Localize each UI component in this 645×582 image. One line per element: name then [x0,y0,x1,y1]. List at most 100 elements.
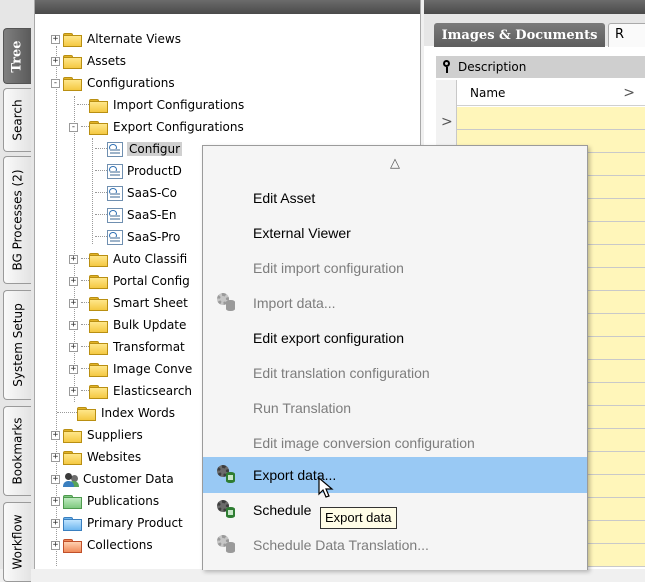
tree-item-label: Auto Classifi [113,252,188,266]
menu-item-external-viewer[interactable]: External Viewer [203,215,587,251]
tree-item-label: Image Conve [113,362,193,376]
tab-system-setup-label: System Setup [10,303,25,387]
name-label: Name [470,85,506,100]
tree-item-label: Primary Product [87,516,183,530]
tree-item-index-words[interactable]: Index Words [57,402,175,424]
menu-item-label: Edit Asset [253,190,316,206]
expand-icon[interactable]: + [69,342,78,352]
tree-item-saas-pro[interactable]: SaaS-Pro [95,226,180,248]
tree-connector [77,104,89,106]
chevron-right-icon[interactable]: > [623,85,635,101]
tab-bookmarks[interactable]: Bookmarks [3,406,31,496]
tab-workflow[interactable]: Workflow [3,502,31,582]
collapse-icon[interactable]: - [51,78,60,88]
expand-icon[interactable]: + [51,518,60,528]
menu-item-edit-asset[interactable]: Edit Asset [203,180,587,216]
tree-item-primary-product[interactable]: + Primary Product [51,512,183,534]
folder-icon [89,362,108,377]
tree-item-export-configurations[interactable]: - Export Configurations [69,116,244,138]
tree-guide-line [92,138,93,244]
menu-item-edit-image-conversion-configuration[interactable]: Edit image conversion configuration [203,425,587,461]
tree-item-configuration-selected[interactable]: Configur [95,138,183,160]
menu-item-schedule-data-translation[interactable]: Schedule Data Translation... [203,527,587,563]
expand-icon[interactable]: + [51,34,60,44]
expand-icon[interactable]: + [51,540,60,550]
tree-item-label: Configurations [87,76,175,90]
tree-item-label: Assets [87,54,127,68]
tree-item-alternate-views[interactable]: + Alternate Views [51,28,181,50]
menu-item-export-data[interactable]: Export data... [203,457,587,493]
menu-item-label: Import data... [253,295,336,311]
folder-icon [89,318,108,333]
details-panel-header [424,0,645,14]
menu-item-import-data[interactable]: Import data... [203,285,587,321]
menu-item-run-translation[interactable]: Run Translation [203,390,587,426]
tree-item-collections[interactable]: + Collections [51,534,153,556]
description-label: Description [458,60,527,74]
tree-item-label: Index Words [101,406,175,420]
tab-images-documents[interactable]: Images & Documents [434,23,605,47]
expand-icon[interactable]: + [51,474,60,484]
tab-system-setup[interactable]: System Setup [3,290,31,400]
tree-item-customer-data[interactable]: + Customer Data [51,468,174,490]
tree-item-label: Collections [87,538,153,552]
folder-icon [77,406,96,421]
tree-item-image-conversion[interactable]: + Image Conve [69,358,192,380]
tree-item-portal-config[interactable]: + Portal Config [69,270,190,292]
tab-bookmarks-label: Bookmarks [10,417,25,485]
collapse-icon[interactable]: - [69,122,78,132]
tree-item-publications[interactable]: + Publications [51,490,159,512]
expand-icon[interactable]: + [69,386,78,396]
scroll-up-icon[interactable]: △ [203,156,587,171]
expand-icon[interactable]: + [51,56,60,66]
tab-bg-processes[interactable]: BG Processes (2) [3,156,31,284]
export-config-icon [107,141,123,157]
tree-item-product-d[interactable]: ProductD [95,160,182,182]
folder-icon [63,32,82,47]
tree-item-import-configurations[interactable]: Import Configurations [77,94,244,116]
tree-item-label: SaaS-Pro [127,230,181,244]
tab-search[interactable]: Search [3,88,31,152]
export-config-icon [107,207,123,223]
pin-icon[interactable] [442,60,452,74]
folder-icon [89,340,108,355]
tree-item-smart-sheet[interactable]: + Smart Sheet [69,292,188,314]
tree-item-assets[interactable]: + Assets [51,50,126,72]
grid-value-cell[interactable] [457,107,645,130]
tree-item-auto-classification[interactable]: + Auto Classifi [69,248,187,270]
folder-icon [89,120,108,135]
folder-icon [89,252,108,267]
menu-item-edit-translation-configuration[interactable]: Edit translation configuration [203,355,587,391]
expand-icon[interactable]: + [51,430,60,440]
tab-r[interactable]: R [608,23,645,47]
expand-icon[interactable]: + [69,320,78,330]
tree-item-configurations[interactable]: - Configurations [51,72,175,94]
name-column-header[interactable]: Name > [457,80,645,106]
menu-item-edit-import-configuration[interactable]: Edit import configuration [203,250,587,286]
tree-item-saas-co[interactable]: SaaS-Co [95,182,177,204]
tree-item-bulk-update[interactable]: + Bulk Update [69,314,186,336]
row-expand-icon[interactable]: > [441,114,453,130]
menu-item-label: Edit export configuration [253,330,404,346]
tree-item-label: ProductD [127,164,182,178]
expand-icon[interactable]: + [51,496,60,506]
tab-tree[interactable]: Tree [3,28,31,84]
expand-icon[interactable]: + [69,276,78,286]
tree-item-transformation[interactable]: + Transformat [69,336,185,358]
tab-search-label: Search [10,99,25,141]
expand-icon[interactable]: + [51,452,60,462]
tree-item-label: Suppliers [87,428,143,442]
description-header[interactable]: Description [436,56,645,78]
menu-item-label: Run Translation [253,400,352,416]
tree-item-saas-en[interactable]: SaaS-En [95,204,176,226]
tree-item-websites[interactable]: + Websites [51,446,141,468]
expand-icon[interactable]: + [69,364,78,374]
expand-icon[interactable]: + [69,254,78,264]
tree-item-label: Import Configurations [113,98,245,112]
tree-item-elasticsearch[interactable]: + Elasticsearch [69,380,192,402]
folder-icon [89,274,108,289]
expand-icon[interactable]: + [69,298,78,308]
tree-item-label: Customer Data [83,472,174,486]
tree-item-suppliers[interactable]: + Suppliers [51,424,143,446]
menu-item-edit-export-configuration[interactable]: Edit export configuration [203,320,587,356]
